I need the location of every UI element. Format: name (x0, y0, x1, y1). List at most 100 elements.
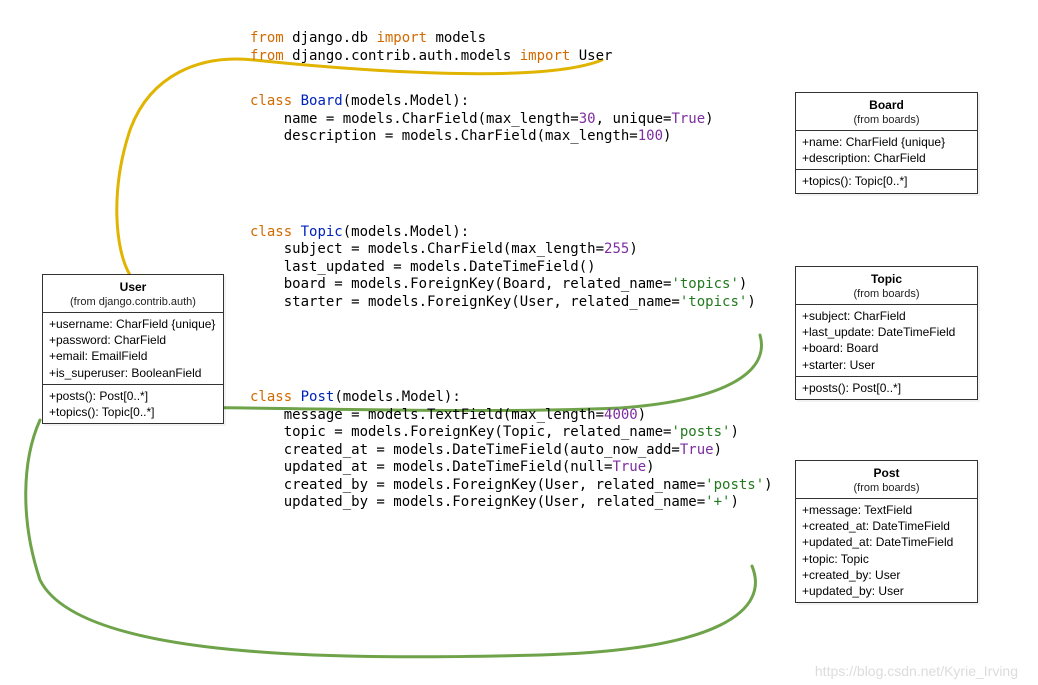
uml-ops: +posts(): Post[0..*] (796, 377, 977, 399)
uml-attr: +description: CharField (802, 150, 971, 166)
code-token: ) (638, 407, 646, 423)
uml-attr: +updated_at: DateTimeField (802, 534, 971, 550)
uml-attr: +updated_by: User (802, 583, 971, 599)
code-token: models (427, 30, 486, 46)
code-token: from (250, 30, 284, 46)
code-token: message = models.TextField(max_length= (250, 407, 604, 423)
uml-box-user: User (from django.contrib.auth) +usernam… (42, 274, 224, 424)
uml-attr: +message: TextField (802, 502, 971, 518)
code-token: 'topics' (671, 276, 738, 292)
uml-attr: +name: CharField {unique} (802, 134, 971, 150)
uml-attr: +username: CharField {unique} (49, 316, 217, 332)
code-token: created_by = models.ForeignKey(User, rel… (250, 477, 705, 493)
code-token: (models.Model): (334, 389, 460, 405)
uml-class-from: (from boards) (804, 287, 969, 302)
code-token: True (671, 111, 705, 127)
uml-header: Post (from boards) (796, 461, 977, 499)
code-token: ) (730, 424, 738, 440)
code-token: 4000 (604, 407, 638, 423)
uml-attrs: +subject: CharField +last_update: DateTi… (796, 305, 977, 377)
code-token: True (680, 442, 714, 458)
uml-class-from: (from boards) (804, 113, 969, 128)
code-token: import (376, 30, 427, 46)
uml-class-name: Post (804, 465, 969, 481)
code-token: starter = models.ForeignKey(User, relate… (250, 294, 680, 310)
code-token: class (250, 93, 292, 109)
code-token: 30 (579, 111, 596, 127)
code-token: created_at = models.DateTimeField(auto_n… (250, 442, 680, 458)
code-token: ) (739, 276, 747, 292)
uml-attr: +created_by: User (802, 567, 971, 583)
uml-op: +topics(): Topic[0..*] (802, 173, 971, 189)
uml-header: User (from django.contrib.auth) (43, 275, 223, 313)
uml-op: +posts(): Post[0..*] (802, 380, 971, 396)
code-token: ) (714, 442, 722, 458)
uml-attrs: +message: TextField +created_at: DateTim… (796, 499, 977, 602)
uml-box-topic: Topic (from boards) +subject: CharField … (795, 266, 978, 400)
uml-attr: +is_superuser: BooleanField (49, 365, 217, 381)
uml-op: +topics(): Topic[0..*] (49, 404, 217, 420)
code-token: class (250, 224, 292, 240)
uml-ops: +posts(): Post[0..*] +topics(): Topic[0.… (43, 385, 223, 423)
code-token: last_updated = models.DateTimeField() (250, 259, 596, 275)
uml-attr: +subject: CharField (802, 308, 971, 324)
code-token: User (570, 48, 612, 64)
uml-attr: +created_at: DateTimeField (802, 518, 971, 534)
code-token: topic = models.ForeignKey(Topic, related… (250, 424, 671, 440)
code-token: 'posts' (705, 477, 764, 493)
uml-class-from: (from django.contrib.auth) (51, 295, 215, 310)
code-token: True (612, 459, 646, 475)
code-token: updated_at = models.DateTimeField(null= (250, 459, 612, 475)
uml-attr: +password: CharField (49, 332, 217, 348)
code-token: (models.Model): (343, 93, 469, 109)
uml-header: Topic (from boards) (796, 267, 977, 305)
topic-class-block: class Topic(models.Model): subject = mod… (250, 224, 773, 312)
uml-header: Board (from boards) (796, 93, 977, 131)
code-token: ) (764, 477, 772, 493)
board-class-block: class Board(models.Model): name = models… (250, 93, 773, 146)
uml-attr: +starter: User (802, 357, 971, 373)
code-token: '+' (705, 494, 730, 510)
code-token: from (250, 48, 284, 64)
code-token: ) (747, 294, 755, 310)
code-token: 100 (638, 128, 663, 144)
uml-class-from: (from boards) (804, 481, 969, 496)
code-token: 'posts' (671, 424, 730, 440)
code-token: updated_by = models.ForeignKey(User, rel… (250, 494, 705, 510)
code-token: django.contrib.auth.models (284, 48, 520, 64)
code-token: django.db (284, 30, 377, 46)
code-token: class (250, 389, 292, 405)
watermark: https://blog.csdn.net/Kyrie_Irving (815, 663, 1018, 679)
uml-attr: +topic: Topic (802, 551, 971, 567)
code-token: import (520, 48, 571, 64)
post-class-block: class Post(models.Model): message = mode… (250, 389, 773, 512)
code-token: ) (705, 111, 713, 127)
uml-box-board: Board (from boards) +name: CharField {un… (795, 92, 978, 194)
code-token: name = models.CharField(max_length= (250, 111, 579, 127)
imports-block: from django.db import models from django… (250, 30, 773, 65)
uml-attr: +last_update: DateTimeField (802, 324, 971, 340)
uml-attr: +board: Board (802, 340, 971, 356)
code-token: ) (629, 241, 637, 257)
code-token: (models.Model): (343, 224, 469, 240)
uml-attrs: +username: CharField {unique} +password:… (43, 313, 223, 385)
code-token: , unique= (596, 111, 672, 127)
uml-ops: +topics(): Topic[0..*] (796, 170, 977, 192)
code-token: Post (292, 389, 334, 405)
code-token: ) (646, 459, 654, 475)
code-token: board = models.ForeignKey(Board, related… (250, 276, 671, 292)
uml-box-post: Post (from boards) +message: TextField +… (795, 460, 978, 603)
uml-class-name: User (51, 279, 215, 295)
uml-attr: +email: EmailField (49, 348, 217, 364)
uml-attrs: +name: CharField {unique} +description: … (796, 131, 977, 170)
code-token: ) (730, 494, 738, 510)
code-area: from django.db import models from django… (250, 30, 773, 540)
uml-op: +posts(): Post[0..*] (49, 388, 217, 404)
code-token: description = models.CharField(max_lengt… (250, 128, 638, 144)
code-token: Topic (292, 224, 343, 240)
code-token: 255 (604, 241, 629, 257)
uml-class-name: Topic (804, 271, 969, 287)
code-token: 'topics' (680, 294, 747, 310)
code-token: subject = models.CharField(max_length= (250, 241, 604, 257)
code-token: Board (292, 93, 343, 109)
